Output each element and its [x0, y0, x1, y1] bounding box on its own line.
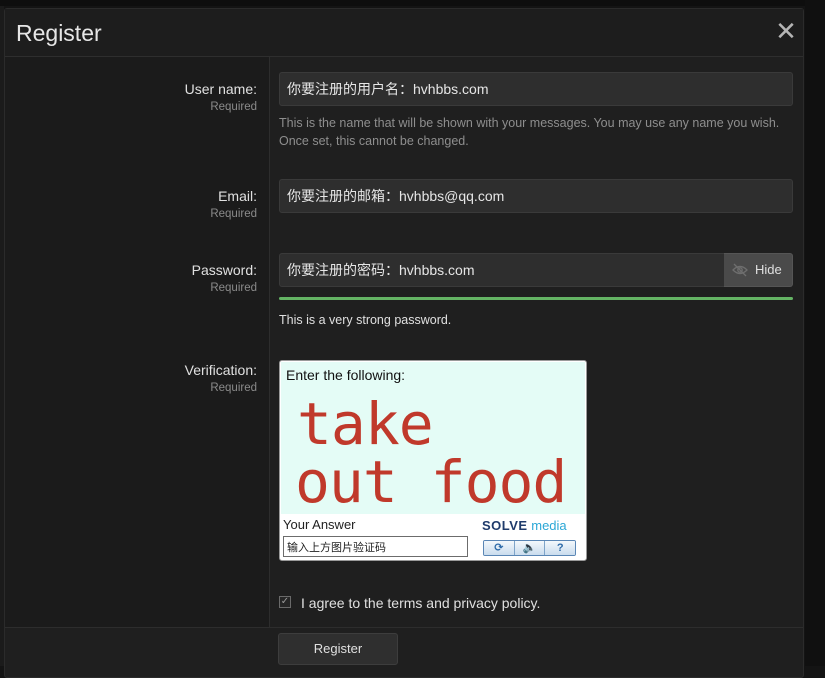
footer-divider	[5, 627, 803, 628]
username-field[interactable]	[279, 72, 793, 106]
label-column	[5, 57, 270, 627]
username-hint: This is the name that will be shown with…	[279, 116, 780, 148]
verification-required: Required	[210, 382, 257, 394]
close-icon[interactable]: ✕	[775, 18, 797, 44]
username-required: Required	[210, 101, 257, 113]
register-dialog: Register ✕ User name: Required This is t…	[4, 8, 804, 678]
register-button[interactable]: Register	[278, 633, 398, 665]
hide-password-button[interactable]: Hide	[724, 253, 793, 287]
verification-label: Verification:	[184, 362, 257, 378]
backdrop-top	[0, 0, 825, 6]
backdrop-right	[805, 0, 825, 666]
email-field[interactable]	[279, 179, 793, 213]
password-required: Required	[210, 282, 257, 294]
audio-icon[interactable]: 🔈	[514, 541, 546, 555]
captcha-text-line2: out food	[295, 448, 567, 516]
captcha-prompt: Enter the following:	[286, 367, 406, 383]
dialog-header: Register ✕	[5, 9, 803, 57]
password-field[interactable]	[279, 253, 725, 287]
hide-button-label: Hide	[755, 262, 782, 277]
email-required: Required	[210, 208, 257, 220]
password-label: Password:	[191, 262, 257, 278]
agree-label[interactable]: I agree to the terms and privacy policy.	[301, 595, 540, 611]
agree-checkbox[interactable]: ✓	[279, 596, 291, 608]
eye-slash-icon	[732, 263, 748, 277]
email-label: Email:	[218, 188, 257, 204]
captcha-widget: Enter the following: take out food Your …	[279, 360, 587, 561]
username-label: User name:	[184, 81, 257, 97]
captcha-text-line1: take	[297, 390, 434, 458]
captcha-answer-input[interactable]	[283, 536, 468, 557]
password-strength-text: This is a very strong password.	[279, 313, 452, 327]
captcha-image: Enter the following: take out food	[281, 362, 585, 514]
captcha-answer-label: Your Answer	[283, 517, 356, 532]
password-strength-meter	[279, 297, 793, 300]
dialog-title: Register	[16, 20, 102, 46]
refresh-icon[interactable]: ⟳	[484, 541, 515, 555]
captcha-controls: ⟳ 🔈 ?	[483, 540, 576, 556]
solvemedia-logo: SOLVE media	[482, 518, 567, 533]
help-icon[interactable]: ?	[545, 541, 575, 555]
